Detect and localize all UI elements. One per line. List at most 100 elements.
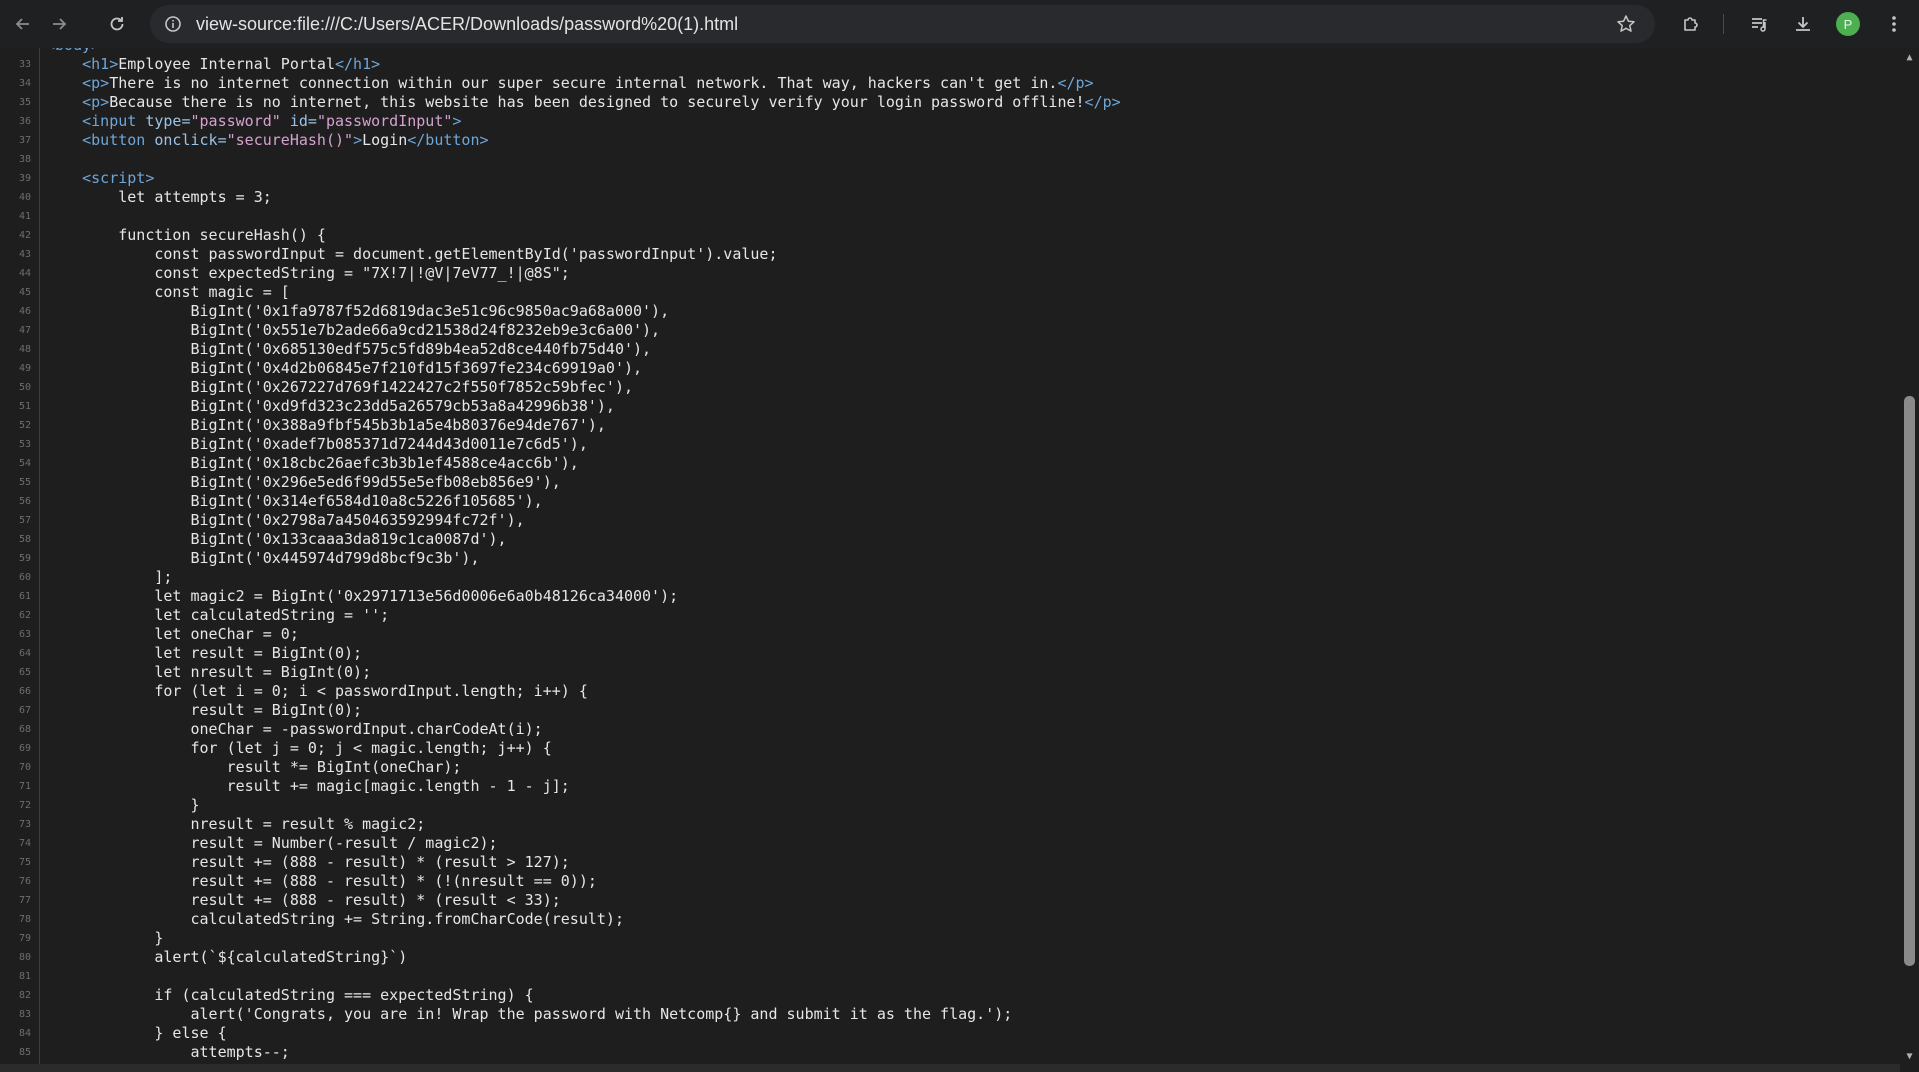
vertical-scrollbar-thumb[interactable] <box>1904 396 1915 966</box>
line-number: 81 <box>18 971 31 982</box>
line-number: 59 <box>18 553 31 564</box>
line-number: 57 <box>18 515 31 526</box>
source-line: result = Number(-result / magic2); <box>40 834 1900 853</box>
source-line <box>40 207 1900 226</box>
line-number: 78 <box>18 914 31 925</box>
url-text[interactable]: view-source:file:///C:/Users/ACER/Downlo… <box>196 14 738 35</box>
source-token-text: BigInt('0x296e5ed6f99d55e5efb08eb856e9')… <box>46 473 561 491</box>
source-line: <input type="password" id="passwordInput… <box>40 112 1900 131</box>
source-token-text: BigInt('0x685130edf575c5fd89b4ea52d8ce44… <box>46 340 652 358</box>
line-number: 76 <box>18 876 31 887</box>
line-number: 80 <box>18 952 31 963</box>
source-token-text <box>46 169 82 187</box>
source-token-tag: <script> <box>82 169 155 187</box>
line-number: 53 <box>18 439 31 450</box>
source-token-text: const magic = [ <box>46 283 290 301</box>
source-token-tag: </h1> <box>335 55 381 73</box>
scroll-up-arrow-icon[interactable]: ▲ <box>1900 50 1919 66</box>
address-bar[interactable]: view-source:file:///C:/Users/ACER/Downlo… <box>150 5 1655 43</box>
source-token-tag: </button> <box>407 131 489 149</box>
source-line: result *= BigInt(oneChar); <box>40 758 1900 777</box>
line-number: 39 <box>18 173 31 184</box>
source-token-attr: type= <box>136 112 191 130</box>
source-token-attr: id= <box>280 112 317 130</box>
source-line: <button onclick="secureHash()">Login</bu… <box>40 131 1900 150</box>
scroll-down-arrow-icon[interactable]: ▼ <box>1900 1049 1919 1065</box>
line-number: 55 <box>18 477 31 488</box>
back-button[interactable] <box>8 10 38 38</box>
source-line-list: <body> <h1>Employee Internal Portal</h1>… <box>40 48 1900 1062</box>
source-line: BigInt('0x18cbc26aefc3b3b1ef4588ce4acc6b… <box>40 454 1900 473</box>
source-token-text: result += (888 - result) * (result > 127… <box>46 853 570 871</box>
source-token-text: BigInt('0x2798a7a450463592994fc72f'), <box>46 511 525 529</box>
source-line: <script> <box>40 169 1900 188</box>
source-token-tag: > <box>353 131 363 149</box>
source-token-text: let magic2 = BigInt('0x2971713e56d0006e6… <box>46 587 679 605</box>
source-line: BigInt('0x445974d799d8bcf9c3b'), <box>40 549 1900 568</box>
source-token-text: const expectedString = "7X!7|!@V|7eV77_!… <box>46 264 570 282</box>
profile-avatar[interactable]: P <box>1836 12 1860 36</box>
line-number: 72 <box>18 800 31 811</box>
source-line: BigInt('0x2798a7a450463592994fc72f'), <box>40 511 1900 530</box>
extensions-button[interactable] <box>1676 10 1706 38</box>
source-token-tag: <p> <box>82 93 110 111</box>
line-number: 46 <box>18 306 31 317</box>
browser-menu-button[interactable] <box>1879 10 1909 38</box>
source-line: if (calculatedString === expectedString)… <box>40 986 1900 1005</box>
source-token-tag: > <box>452 112 462 130</box>
source-token-text: } else { <box>46 1024 227 1042</box>
arrow-left-icon <box>15 18 29 30</box>
media-controls-button[interactable] <box>1744 10 1774 38</box>
source-line: attempts--; <box>40 1043 1900 1062</box>
source-token-text: if (calculatedString === expectedString)… <box>46 986 534 1004</box>
source-token-text: result += magic[magic.length - 1 - j]; <box>46 777 570 795</box>
site-info-button[interactable] <box>164 15 182 37</box>
source-token-val: "secureHash()" <box>226 131 354 149</box>
forward-button[interactable] <box>44 10 74 38</box>
reload-button[interactable] <box>102 10 132 38</box>
downloads-button[interactable] <box>1788 10 1818 38</box>
puzzle-icon <box>1684 17 1698 31</box>
source-line: } else { <box>40 1024 1900 1043</box>
source-token-text: function secureHash() { <box>46 226 326 244</box>
source-line: BigInt('0x551e7b2ade66a9cd21538d24f8232e… <box>40 321 1900 340</box>
source-token-text: result = BigInt(0); <box>46 701 363 719</box>
source-token-tag: <button <box>82 131 146 149</box>
source-line: const passwordInput = document.getElemen… <box>40 245 1900 264</box>
line-number: 74 <box>18 838 31 849</box>
source-token-text: } <box>46 929 164 947</box>
line-number: 52 <box>18 420 31 431</box>
source-token-tag: </p> <box>1057 74 1094 92</box>
line-number: 43 <box>18 249 31 260</box>
source-token-tag: <p> <box>82 74 110 92</box>
line-number: 82 <box>18 990 31 1001</box>
source-token-text: result *= BigInt(oneChar); <box>46 758 462 776</box>
source-line: let attempts = 3; <box>40 188 1900 207</box>
bookmark-button[interactable] <box>1616 14 1636 38</box>
vertical-scrollbar[interactable]: ▲ ▼ <box>1900 48 1919 1067</box>
line-number: 36 <box>18 116 31 127</box>
source-token-text: for (let i = 0; i < passwordInput.length… <box>46 682 588 700</box>
reload-icon <box>110 17 124 31</box>
line-number: 79 <box>18 933 31 944</box>
line-number-list: 32 33 34 35 36 37 38 39 40 41 42 43 44 45 46 47 48 49 50 51… <box>0 48 39 1062</box>
source-line: let nresult = BigInt(0); <box>40 663 1900 682</box>
source-token-text: BigInt('0xd9fd323c23dd5a26579cb53a8a4299… <box>46 397 615 415</box>
line-number: 77 <box>18 895 31 906</box>
source-token-tag: </p> <box>1084 93 1121 111</box>
source-line: function secureHash() { <box>40 226 1900 245</box>
source-line: result = BigInt(0); <box>40 701 1900 720</box>
line-number: 40 <box>18 192 31 203</box>
source-line: let result = BigInt(0); <box>40 644 1900 663</box>
line-number: 51 <box>18 401 31 412</box>
horizontal-scrollbar[interactable] <box>0 1064 1900 1072</box>
source-line: result += (888 - result) * (!(nresult ==… <box>40 872 1900 891</box>
source-token-attr: onclick= <box>145 131 227 149</box>
source-line: for (let j = 0; j < magic.length; j++) { <box>40 739 1900 758</box>
source-token-text: Employee Internal Portal <box>118 55 335 73</box>
source-token-text: BigInt('0xadef7b085371d7244d43d0011e7c6d… <box>46 435 588 453</box>
source-line: result += magic[magic.length - 1 - j]; <box>40 777 1900 796</box>
line-number: 84 <box>18 1028 31 1039</box>
line-number: 58 <box>18 534 31 545</box>
line-number: 56 <box>18 496 31 507</box>
